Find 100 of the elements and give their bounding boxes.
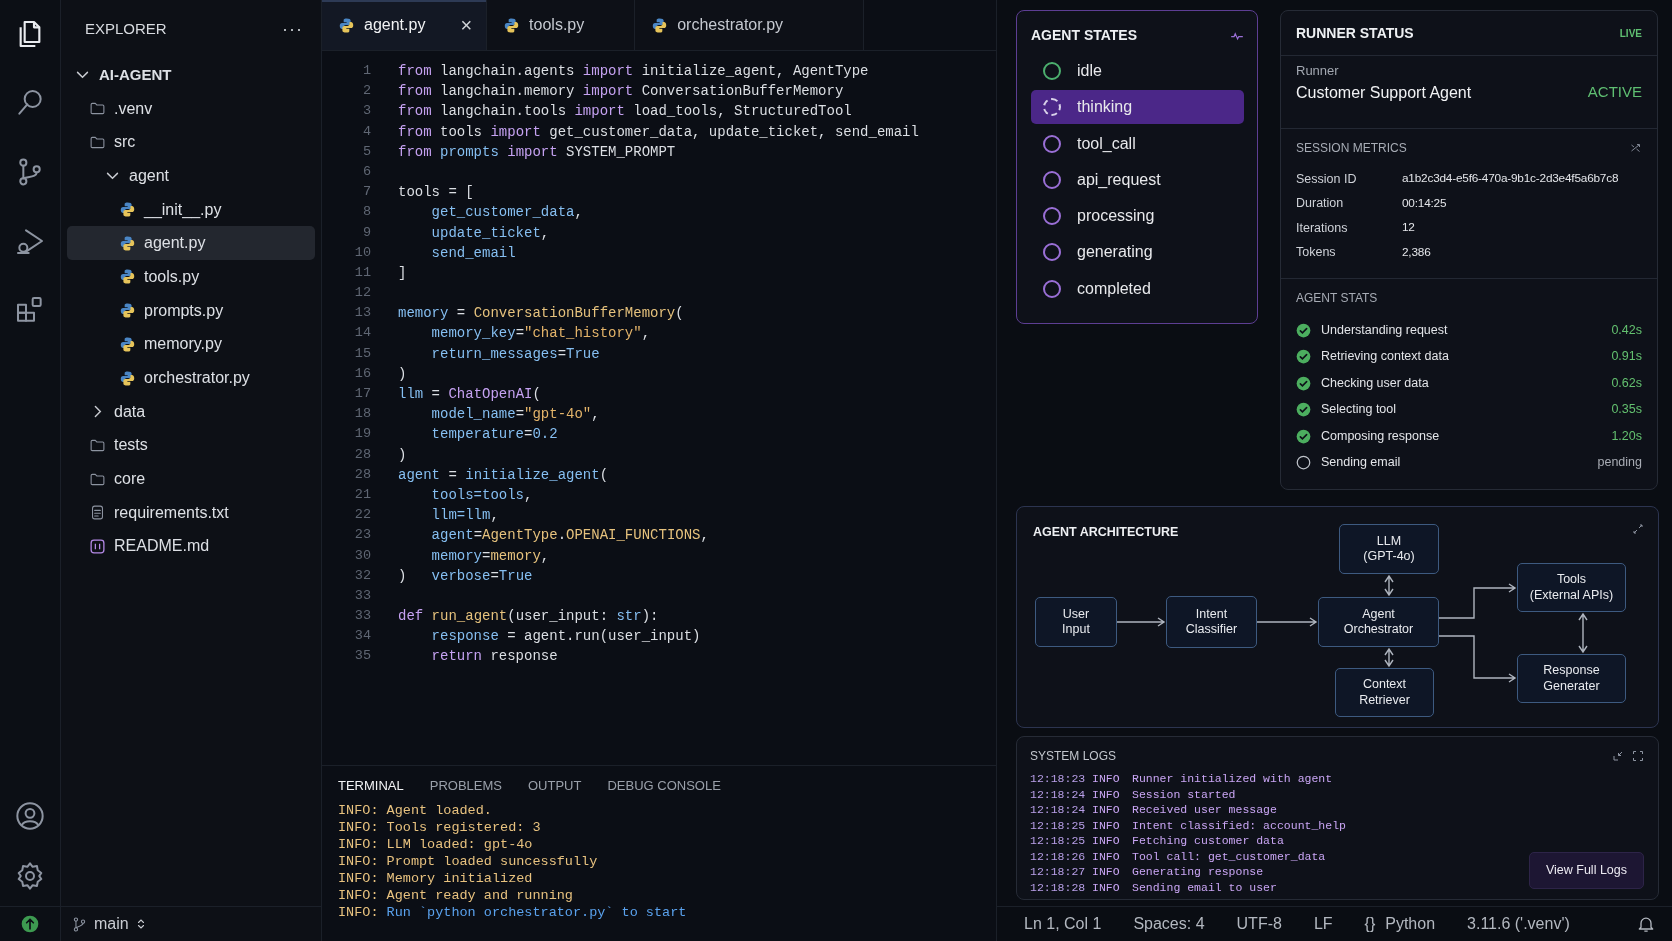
state-item[interactable]: completed bbox=[1031, 271, 1244, 306]
more-button[interactable]: ··· bbox=[278, 15, 307, 43]
view-logs-button[interactable]: View Full Logs bbox=[1528, 852, 1644, 889]
status-item[interactable]: Ln 1, Col 1 bbox=[1024, 912, 1102, 936]
line-number: 18 bbox=[353, 405, 371, 424]
log-message: Intent classified: account_help bbox=[1132, 817, 1346, 833]
diagram-node: Response Generater bbox=[1517, 654, 1626, 703]
code-line: from langchain.agents import initialize_agent, AgentType bbox=[398, 62, 869, 81]
tree-item[interactable]: agent.py bbox=[67, 226, 315, 261]
line-number: 33 bbox=[353, 586, 371, 605]
branch-name[interactable]: main bbox=[94, 912, 129, 936]
tree-item[interactable]: memory.py bbox=[67, 327, 315, 362]
line-number: 14 bbox=[353, 324, 371, 343]
line-number: 10 bbox=[353, 243, 371, 262]
line-number: 8 bbox=[361, 203, 371, 222]
status-item[interactable]: {} bbox=[1364, 912, 1376, 936]
step-label: Sending email bbox=[1321, 454, 1401, 472]
line-number: 32 bbox=[353, 566, 371, 585]
code-line: return response bbox=[430, 647, 558, 667]
diagram-node: Tools (External APIs) bbox=[1517, 563, 1626, 612]
metric-value: 00:14:25 bbox=[1402, 194, 1447, 212]
tree-item[interactable]: prompts.py bbox=[67, 293, 315, 328]
tree-item[interactable]: orchestrator.py bbox=[67, 361, 315, 395]
tree-item[interactable]: agent bbox=[67, 159, 315, 193]
status-item[interactable]: Python bbox=[1385, 912, 1436, 936]
status-item[interactable]: LF bbox=[1313, 912, 1333, 936]
code-line: send_email bbox=[430, 243, 516, 263]
panel-title: AGENT STATES bbox=[1031, 26, 1138, 45]
log-level: INFO bbox=[1092, 771, 1121, 787]
state-item[interactable]: idle bbox=[1031, 54, 1244, 88]
line-number: 22 bbox=[353, 506, 371, 525]
code-line: agent=AgentType.OPENAI_FUNCTIONS, bbox=[430, 526, 709, 546]
metric-label: Iterations bbox=[1296, 219, 1349, 237]
code-line: ] bbox=[398, 263, 407, 283]
diagram-node: LLM (GPT-4o) bbox=[1339, 524, 1439, 574]
live-label: LIVE bbox=[1619, 26, 1642, 41]
terminal-line: INFO: Prompt loaded suncessfully bbox=[338, 852, 599, 870]
line-number: 6 bbox=[361, 162, 371, 181]
line-number: 5 bbox=[361, 142, 371, 161]
code-line: ) bbox=[398, 445, 407, 465]
panel-tab[interactable]: OUTPUT bbox=[528, 776, 582, 796]
tree-item[interactable]: src bbox=[67, 125, 315, 160]
line-number: 28 bbox=[353, 465, 371, 484]
terminal-line: INFO: LLM loaded: gpt-4o bbox=[338, 835, 534, 853]
line-number: 11 bbox=[353, 263, 371, 282]
state-item[interactable]: processing bbox=[1031, 199, 1244, 234]
remote-icon[interactable] bbox=[20, 914, 40, 934]
metric-label: Duration bbox=[1296, 195, 1345, 213]
line-number: 21 bbox=[353, 485, 371, 504]
status-item[interactable]: UTF-8 bbox=[1236, 912, 1282, 936]
line-number: 2 bbox=[361, 82, 371, 101]
panel-tab[interactable]: TERMINAL bbox=[338, 776, 404, 796]
python-icon bbox=[651, 16, 669, 34]
state-item[interactable]: thinking bbox=[1031, 90, 1244, 125]
state-item[interactable]: generating bbox=[1031, 235, 1244, 270]
status-item[interactable]: Spaces: 4 bbox=[1133, 912, 1205, 936]
fullscreen-icon[interactable] bbox=[1632, 750, 1644, 762]
code-line: from prompts import SYSTEM_PROMPT bbox=[398, 142, 676, 162]
panel-title: SYSTEM LOGS bbox=[1030, 748, 1117, 765]
tree-item[interactable]: tools.py bbox=[67, 260, 315, 294]
tree-item[interactable]: tests bbox=[67, 428, 315, 463]
code-line: temperature=0.2 bbox=[430, 425, 558, 445]
close-button[interactable]: × bbox=[434, 15, 473, 35]
tree-item[interactable]: core bbox=[67, 462, 315, 496]
panel-tab[interactable]: PROBLEMS bbox=[429, 776, 502, 796]
code-line: llm=llm, bbox=[430, 506, 499, 526]
log-time: 12:18:24 bbox=[1030, 802, 1087, 818]
log-time: 12:18:24 bbox=[1030, 786, 1087, 802]
tree-item[interactable]: data bbox=[67, 394, 315, 429]
log-message: Received user message bbox=[1132, 802, 1277, 818]
state-item[interactable]: api_request bbox=[1031, 162, 1244, 197]
code-line: ) bbox=[398, 364, 407, 384]
status-item[interactable]: 3.11.6 ('.venv') bbox=[1467, 912, 1570, 936]
panel-tab[interactable]: DEBUG CONSOLE bbox=[607, 776, 721, 796]
code-line: memory=memory, bbox=[430, 546, 550, 566]
shuffle-icon bbox=[1630, 142, 1642, 154]
editor-tab[interactable]: agent.py × bbox=[322, 0, 488, 50]
minimize-icon[interactable] bbox=[1612, 750, 1624, 762]
tree-item[interactable]: .venv bbox=[67, 91, 315, 126]
log-level: INFO bbox=[1092, 833, 1121, 849]
code-line: from langchain.tools import load_tools, StructuredTool bbox=[398, 102, 852, 122]
step-time: 1.20s bbox=[1611, 427, 1642, 445]
diagram-node: Agent Orchestrator bbox=[1318, 597, 1439, 647]
log-level: INFO bbox=[1092, 786, 1121, 802]
state-item[interactable]: tool_call bbox=[1031, 126, 1244, 161]
step-label: Composing response bbox=[1321, 427, 1440, 445]
code-line: agent = initialize_agent( bbox=[398, 465, 609, 485]
tree-item[interactable]: requirements.txt bbox=[67, 495, 315, 530]
tree-item[interactable]: README.md bbox=[67, 529, 315, 564]
terminal-line: INFO: Agent loaded. bbox=[338, 801, 493, 819]
account-icon[interactable] bbox=[14, 800, 46, 832]
log-time: 12:18:26 bbox=[1030, 848, 1087, 864]
log-message: Runner initialized with agent bbox=[1132, 771, 1333, 787]
code-line: get_customer_data, bbox=[430, 203, 583, 223]
tree-item[interactable]: AI-AGENT bbox=[67, 58, 315, 92]
python-icon bbox=[119, 268, 136, 286]
tree-item[interactable]: __init__.py bbox=[67, 192, 315, 227]
code-line: from langchain.memory import ConversationBufferMemory bbox=[398, 82, 844, 102]
line-number: 30 bbox=[353, 546, 371, 565]
expand-icon[interactable] bbox=[1632, 523, 1644, 535]
